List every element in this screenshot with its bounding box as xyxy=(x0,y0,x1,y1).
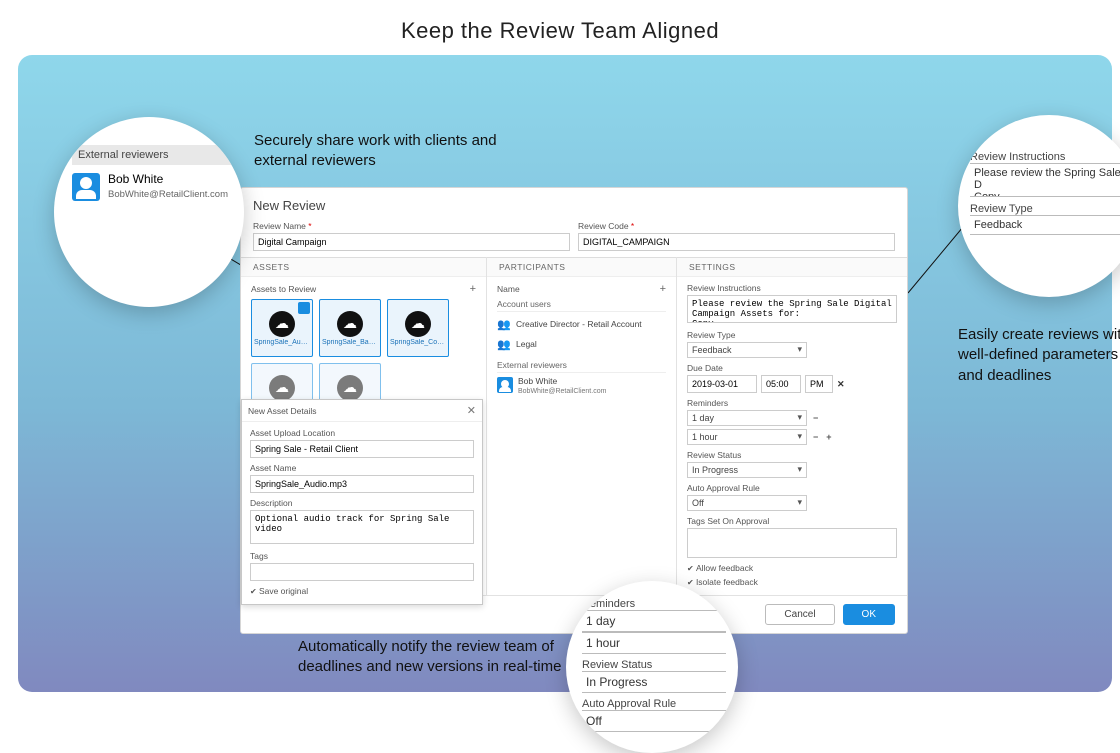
participant-item[interactable]: 👥 Legal xyxy=(497,334,666,354)
caption-notify: Automatically notify the review team of … xyxy=(298,637,578,678)
review-instructions-input[interactable]: Please review the Spring Sale Digital Ca… xyxy=(687,295,897,323)
external-reviewers-label: External reviewers xyxy=(497,360,666,373)
upload-location-input[interactable] xyxy=(250,440,474,458)
asset-details-popup: New Asset Details ✕ Asset Upload Locatio… xyxy=(241,399,483,605)
due-date-input[interactable] xyxy=(687,375,757,393)
reminders-label: Reminders xyxy=(687,398,897,408)
review-status-label: Review Status xyxy=(687,450,897,460)
review-instructions-label: Review Instructions xyxy=(687,283,897,293)
asset-thumb[interactable]: ☁ SpringSale_Aud... xyxy=(251,299,313,357)
type-value: Feedback xyxy=(970,215,1120,235)
zoom-external-reviewers: External reviewers Bob White BobWhite@Re… xyxy=(54,117,244,307)
external-reviewers-header: External reviewers xyxy=(72,145,234,165)
status-label: Review Status xyxy=(582,659,732,671)
external-reviewer-name: Bob White xyxy=(518,377,606,386)
tags-label: Tags xyxy=(250,551,474,561)
isolate-feedback-checkbox[interactable]: Isolate feedback xyxy=(687,577,897,587)
description-input[interactable]: Optional audio track for Spring Sale vid… xyxy=(250,510,474,544)
reminder-select[interactable]: 1 day xyxy=(687,410,807,426)
review-name-input[interactable] xyxy=(253,233,570,251)
cloud-upload-icon: ☁ xyxy=(269,375,295,401)
zoom-review-instructions: Review Instructions Please review the Sp… xyxy=(958,115,1120,297)
review-code-input[interactable] xyxy=(578,233,895,251)
participant-name: Creative Director - Retail Account xyxy=(516,319,642,329)
external-reviewer-email: BobWhite@RetailClient.com xyxy=(518,388,606,395)
people-icon: 👥 xyxy=(497,337,511,351)
assets-to-review-label: Assets to Review xyxy=(251,284,316,294)
status-value: In Progress xyxy=(582,671,726,693)
account-users-label: Account users xyxy=(497,299,666,312)
save-original-checkbox[interactable]: Save original xyxy=(250,586,474,596)
type-label: Review Type xyxy=(970,203,1120,215)
participant-name-label: Name xyxy=(497,284,520,294)
instructions-value: Please review the Spring Sale D Copy xyxy=(970,163,1120,197)
caption-parameters: Easily create reviews with well-defined … xyxy=(958,325,1120,386)
participant-item[interactable]: 👥 Creative Director - Retail Account xyxy=(497,314,666,334)
description-label: Description xyxy=(250,498,474,508)
review-name-label: Review Name xyxy=(253,221,570,231)
reminder-value: 1 day xyxy=(582,610,726,632)
cloud-upload-icon: ☁ xyxy=(337,375,363,401)
avatar-icon xyxy=(72,173,100,201)
auto-value: Off xyxy=(582,710,726,732)
dialog-title: New Review xyxy=(241,188,907,221)
reminder-select[interactable]: 1 hour xyxy=(687,429,807,445)
asset-details-title: New Asset Details xyxy=(248,406,317,416)
tags-input[interactable] xyxy=(250,563,474,581)
new-review-dialog: New Review Review Name Review Code ASSET… xyxy=(240,187,908,634)
review-code-label: Review Code xyxy=(578,221,895,231)
reviewer-name: Bob White xyxy=(108,173,228,187)
due-time-input[interactable] xyxy=(761,375,801,393)
asset-thumb[interactable]: ☁ SpringSale_Ban... xyxy=(319,299,381,357)
remove-reminder-icon[interactable]: − xyxy=(811,432,820,442)
add-asset-icon[interactable]: + xyxy=(470,283,476,295)
settings-section-header: SETTINGS xyxy=(677,257,907,277)
cloud-upload-icon: ☁ xyxy=(337,311,363,337)
asset-name-input[interactable] xyxy=(250,475,474,493)
add-participant-icon[interactable]: + xyxy=(660,283,666,295)
asset-name-label: Asset Name xyxy=(250,463,474,473)
participant-name: Legal xyxy=(516,339,537,349)
ok-button[interactable]: OK xyxy=(843,604,895,625)
close-icon[interactable]: ✕ xyxy=(467,404,476,417)
cloud-upload-icon: ☁ xyxy=(405,311,431,337)
remove-reminder-icon[interactable]: − xyxy=(811,413,820,423)
reminder-value: 1 hour xyxy=(582,632,726,654)
auto-approval-label: Auto Approval Rule xyxy=(687,483,897,493)
reviewer-email: BobWhite@RetailClient.com xyxy=(108,189,228,200)
tags-on-approval-input[interactable] xyxy=(687,528,897,558)
cancel-button[interactable]: Cancel xyxy=(765,604,834,625)
allow-feedback-checkbox[interactable]: Allow feedback xyxy=(687,563,897,573)
review-type-select[interactable]: Feedback xyxy=(687,342,807,358)
caption-share: Securely share work with clients and ext… xyxy=(254,131,504,172)
external-reviewer-item[interactable]: Bob White BobWhite@RetailClient.com xyxy=(497,377,666,396)
people-icon: 👥 xyxy=(497,317,511,331)
asset-thumb-label: SpringSale_Ban... xyxy=(320,339,380,346)
avatar-icon xyxy=(497,377,513,393)
upload-location-label: Asset Upload Location xyxy=(250,428,474,438)
participants-section-header: PARTICIPANTS xyxy=(487,257,676,277)
asset-thumb-label: SpringSale_Cop... xyxy=(388,339,448,346)
tags-on-approval-label: Tags Set On Approval xyxy=(687,516,897,526)
cloud-upload-icon: ☁ xyxy=(269,311,295,337)
review-status-select[interactable]: In Progress xyxy=(687,462,807,478)
auto-approval-select[interactable]: Off xyxy=(687,495,807,511)
instructions-label: Review Instructions xyxy=(970,151,1120,163)
clear-date-icon[interactable]: ✕ xyxy=(837,379,845,390)
assets-section-header: ASSETS xyxy=(241,257,486,277)
due-ampm-input[interactable] xyxy=(805,375,833,393)
page-title: Keep the Review Team Aligned xyxy=(0,0,1120,54)
asset-thumb[interactable]: ☁ SpringSale_Cop... xyxy=(387,299,449,357)
add-reminder-icon[interactable]: + xyxy=(824,432,833,442)
zoom-reminders: Reminders 1 day 1 hour Review Status In … xyxy=(566,581,738,753)
review-type-label: Review Type xyxy=(687,330,897,340)
asset-thumb-label: SpringSale_Aud... xyxy=(252,339,312,346)
due-date-label: Due Date xyxy=(687,363,897,373)
stage: New Review Review Name Review Code ASSET… xyxy=(18,55,1112,692)
